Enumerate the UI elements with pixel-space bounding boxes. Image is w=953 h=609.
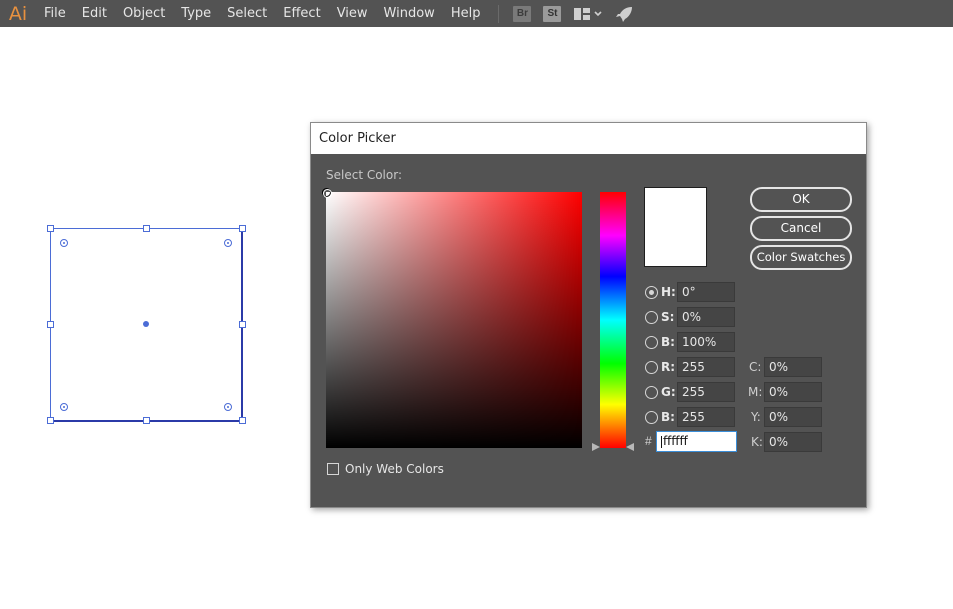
menu-window[interactable]: Window (376, 0, 443, 27)
only-web-colors-label: Only Web Colors (345, 462, 444, 476)
green-field[interactable]: 255 (677, 382, 735, 402)
hue-row: H: 0° (645, 282, 735, 302)
saturation-brightness-field[interactable] (322, 188, 582, 448)
red-radio[interactable] (645, 360, 658, 374)
brightness-radio[interactable] (645, 335, 658, 349)
brightness-field[interactable]: 100% (677, 332, 735, 352)
menu-edit[interactable]: Edit (74, 0, 115, 27)
app-logo: Ai (8, 2, 28, 25)
menu-type[interactable]: Type (173, 0, 219, 27)
hex-value: ffffff (663, 434, 688, 448)
menu-help[interactable]: Help (443, 0, 489, 27)
stock-icon: St (543, 5, 562, 22)
color-field-marker[interactable] (322, 188, 332, 198)
menu-bar: Ai File Edit Object Type Select Effect V… (0, 0, 953, 27)
cyan-label: C: (749, 360, 762, 374)
arrange-documents-button[interactable] (573, 0, 603, 27)
blue-label: B: (661, 410, 675, 424)
saturation-label: S: (661, 310, 675, 324)
saturation-radio[interactable] (645, 310, 658, 324)
hue-field[interactable]: 0° (677, 282, 735, 302)
menu-select[interactable]: Select (219, 0, 275, 27)
bridge-button[interactable]: Br (513, 0, 532, 27)
menu-divider (498, 4, 500, 23)
green-row: G: 255 (645, 382, 735, 402)
black-label: K: (751, 435, 763, 449)
menu-file[interactable]: File (36, 0, 74, 27)
blue-radio[interactable] (645, 410, 658, 424)
corner-radius-widget-top-left[interactable] (60, 239, 68, 247)
magenta-label: M: (748, 385, 763, 399)
saturation-field[interactable]: 0% (677, 307, 735, 327)
color-preview-swatch (644, 187, 707, 267)
cancel-button[interactable]: Cancel (750, 216, 852, 241)
menu-view[interactable]: View (329, 0, 376, 27)
cyan-field[interactable]: 0% (764, 357, 822, 377)
only-web-colors-checkbox[interactable] (327, 463, 339, 475)
color-picker-dialog: Color Picker Select Color: OK Cancel Col… (310, 122, 867, 508)
resize-handle-top[interactable] (143, 225, 150, 232)
green-radio[interactable] (645, 385, 658, 399)
black-field[interactable]: 0% (764, 432, 822, 452)
red-label: R: (661, 360, 676, 374)
color-swatches-button[interactable]: Color Swatches (750, 245, 852, 270)
resize-handle-left[interactable] (47, 321, 54, 328)
resize-handle-top-left[interactable] (47, 225, 54, 232)
blue-field[interactable]: 255 (677, 407, 735, 427)
magenta-field[interactable]: 0% (764, 382, 822, 402)
resize-handle-right[interactable] (239, 321, 246, 328)
hue-slider-arrow-left[interactable] (592, 443, 600, 451)
hue-slider-arrow-right[interactable] (626, 443, 634, 451)
gpu-performance-button[interactable] (615, 0, 633, 27)
red-row: R: 255 (645, 357, 735, 377)
menu-effect[interactable]: Effect (275, 0, 328, 27)
yellow-field[interactable]: 0% (764, 407, 822, 427)
resize-handle-bottom-left[interactable] (47, 417, 54, 424)
hue-slider[interactable] (600, 192, 626, 448)
dialog-title[interactable]: Color Picker (311, 123, 866, 154)
bridge-icon: Br (513, 5, 532, 22)
red-field[interactable]: 255 (677, 357, 735, 377)
rocket-icon (616, 6, 633, 22)
corner-radius-widget-bottom-left[interactable] (60, 403, 68, 411)
resize-handle-bottom-right[interactable] (239, 417, 246, 424)
text-caret (661, 435, 662, 448)
stock-button[interactable]: St (543, 0, 562, 27)
yellow-label: Y: (751, 410, 761, 424)
only-web-colors[interactable]: Only Web Colors (327, 462, 444, 476)
layout-grid-icon (574, 7, 603, 20)
brightness-label: B: (661, 335, 675, 349)
saturation-row: S: 0% (645, 307, 735, 327)
center-point (143, 321, 149, 327)
resize-handle-bottom[interactable] (143, 417, 150, 424)
resize-handle-top-right[interactable] (239, 225, 246, 232)
menu-object[interactable]: Object (115, 0, 173, 27)
illustrator-workspace: Ai File Edit Object Type Select Effect V… (0, 0, 953, 609)
corner-radius-widget-bottom-right[interactable] (224, 403, 232, 411)
hue-radio[interactable] (645, 285, 658, 299)
ok-button[interactable]: OK (750, 187, 852, 212)
corner-radius-widget-top-right[interactable] (224, 239, 232, 247)
green-label: G: (661, 385, 676, 399)
hex-label: # (645, 434, 652, 448)
hex-input[interactable]: ffffff (656, 431, 737, 452)
hue-label: H: (661, 285, 676, 299)
brightness-row: B: 100% (645, 332, 735, 352)
select-color-label: Select Color: (326, 168, 402, 182)
blue-row: B: 255 (645, 407, 735, 427)
